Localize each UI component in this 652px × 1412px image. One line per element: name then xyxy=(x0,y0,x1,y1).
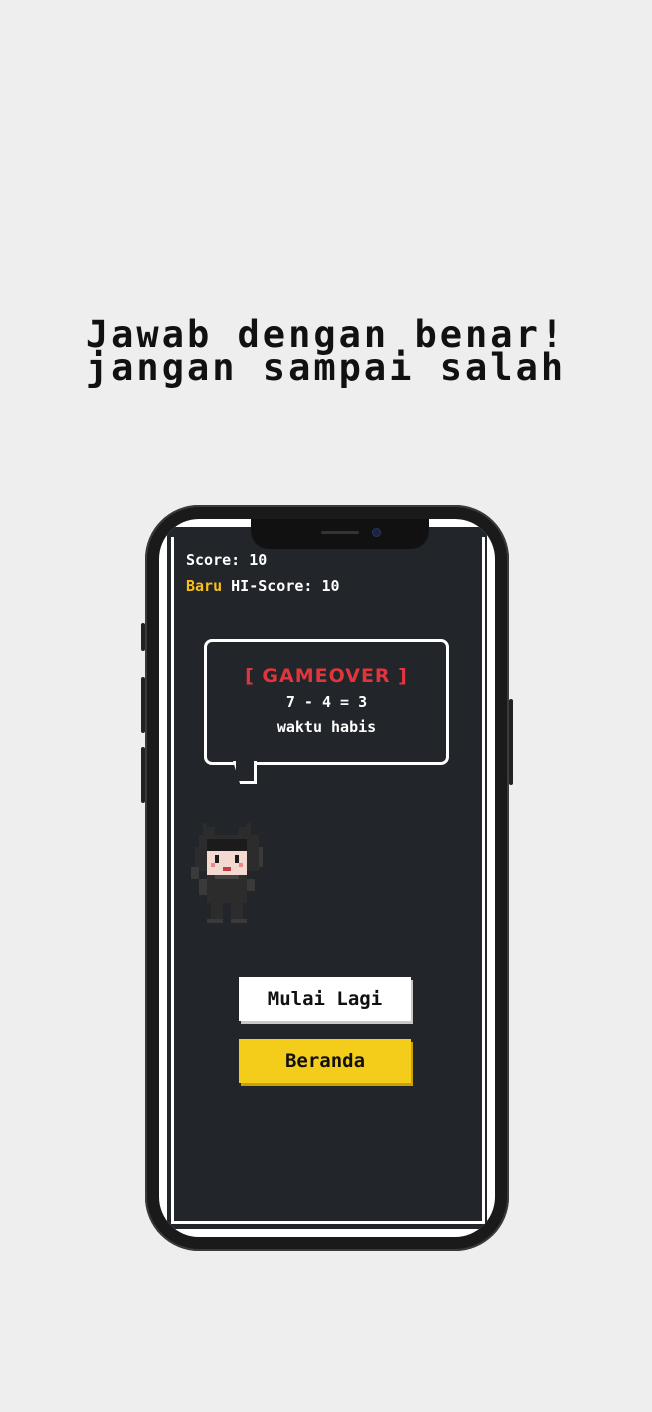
phone-notch xyxy=(251,519,429,549)
headline: Jawab dengan benar! jangan sampai salah xyxy=(0,316,652,389)
equation-text: 7 - 4 = 3 xyxy=(285,693,368,711)
new-hiscore-badge: Baru xyxy=(186,577,223,595)
score-label: Score: 10 xyxy=(186,551,268,569)
hiscore-value: HI-Score: 10 xyxy=(231,577,340,595)
reason-text: waktu habis xyxy=(276,718,377,736)
phone-frame: Score: 10 Baru HI-Score: 10 [ GAMEOVER ]… xyxy=(141,505,513,1251)
phone-power-button xyxy=(509,699,513,785)
headline-line-2: jangan sampai salah xyxy=(85,346,567,389)
speech-bubble-tail-cover xyxy=(236,761,254,765)
phone-volume-down-button xyxy=(141,747,145,803)
speech-bubble: [ GAMEOVER ] 7 - 4 = 3 waktu habis xyxy=(204,639,449,784)
home-button[interactable]: Beranda xyxy=(239,1039,411,1083)
promo-page: Jawab dengan benar! jangan sampai salah … xyxy=(0,0,652,1412)
gameover-title: [ GAMEOVER ] xyxy=(245,665,408,687)
phone-screen: Score: 10 Baru HI-Score: 10 [ GAMEOVER ]… xyxy=(159,519,495,1237)
game-screen: Score: 10 Baru HI-Score: 10 [ GAMEOVER ]… xyxy=(167,527,487,1229)
pixel-cat-hood-character-icon xyxy=(191,823,263,923)
speaker-grille xyxy=(321,531,359,534)
phone-volume-up-button xyxy=(141,677,145,733)
restart-button[interactable]: Mulai Lagi xyxy=(239,977,411,1021)
front-camera-icon xyxy=(373,529,380,536)
hiscore-label: Baru HI-Score: 10 xyxy=(186,577,340,595)
phone-mute-button xyxy=(141,623,145,651)
